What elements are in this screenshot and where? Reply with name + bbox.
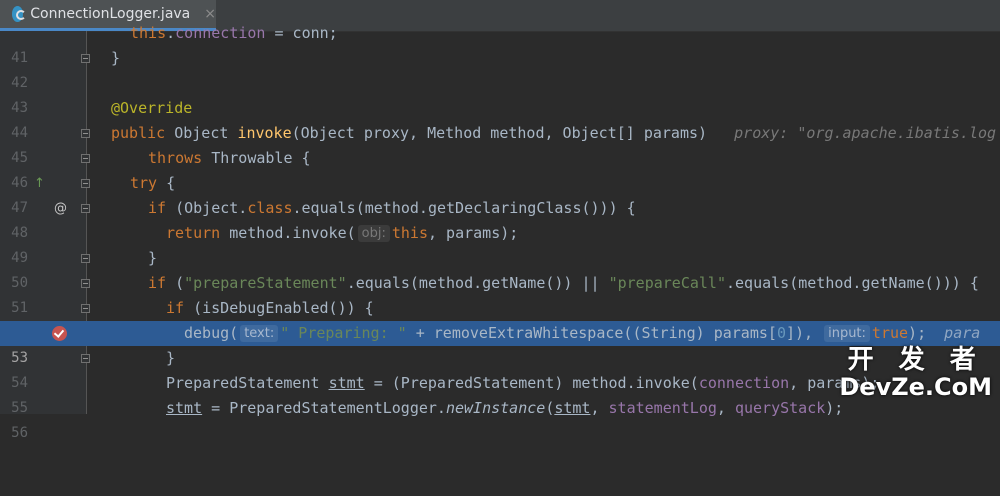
code-text: throws Throwable { xyxy=(148,149,311,167)
watermark-top: 开 发 者 xyxy=(847,345,984,375)
watermark-logo: 开 发 者 DevZe.CoM xyxy=(839,346,992,400)
watermark-bottom: DevZe.CoM xyxy=(839,373,992,401)
code-line: 51 if ("prepareStatement".equals(method.… xyxy=(0,271,1000,316)
fold-marker-icon[interactable] xyxy=(81,54,90,63)
code-text: try { xyxy=(130,174,176,192)
code-line: 52 if (isDebugEnabled()) { xyxy=(0,296,1000,341)
code-text: } xyxy=(166,349,176,367)
current-execution-line: 53 debug(text: " Preparing: " + removeExt… xyxy=(0,321,1000,366)
code-text: return method.invoke(obj: this, params); xyxy=(166,224,519,242)
code-line: 41 this.connection = conn; xyxy=(0,21,1000,66)
inline-debug-value: para xyxy=(944,324,981,342)
code-line: 46 throws Throwable { xyxy=(0,146,1000,191)
fold-marker-icon[interactable] xyxy=(81,304,90,313)
code-text: debug(text: " Preparing: " + removeExtraW… xyxy=(184,324,981,342)
line-number: 56 xyxy=(11,425,28,441)
fold-marker-icon[interactable] xyxy=(81,154,90,163)
code-line: 43 xyxy=(0,71,1000,116)
breakpoint-icon[interactable] xyxy=(52,326,67,341)
close-tab-icon[interactable]: × xyxy=(204,6,216,22)
fold-marker-icon[interactable] xyxy=(81,129,90,138)
fold-marker-icon[interactable] xyxy=(81,254,90,263)
parameter-hint: input: xyxy=(824,325,870,342)
code-line: 50 } xyxy=(0,246,1000,291)
code-line: 49 return method.invoke(obj: this, params… xyxy=(0,221,1000,266)
fold-marker-icon[interactable] xyxy=(81,354,90,363)
fold-marker-icon[interactable] xyxy=(81,204,90,213)
inline-debug-value: proxy: "org.apache.ibatis.log xyxy=(734,124,997,142)
code-line: 44 @Override xyxy=(0,96,1000,141)
code-text: if ("prepareStatement".equals(method.get… xyxy=(148,274,979,292)
code-text: public Object invoke(Object proxy, Metho… xyxy=(111,124,997,142)
code-line: 47 try { xyxy=(0,171,1000,216)
code-line: 42 } xyxy=(0,46,1000,91)
code-text: @Override xyxy=(111,99,193,117)
code-text: if (Object.class.equals(method.getDeclar… xyxy=(148,199,636,217)
fold-marker-icon[interactable] xyxy=(81,179,90,188)
code-line: 45 ↑ @ public Object invoke(Object proxy… xyxy=(0,121,1000,216)
fold-marker-icon[interactable] xyxy=(81,279,90,288)
java-class-icon xyxy=(12,6,27,22)
tab-title: ConnectionLogger.java xyxy=(30,6,191,22)
code-text: } xyxy=(111,49,121,67)
code-line: 48 if (Object.class.equals(method.getDec… xyxy=(0,196,1000,241)
code-text: stmt = PreparedStatementLogger.newInstan… xyxy=(166,399,844,417)
code-text: if (isDebugEnabled()) { xyxy=(166,299,374,317)
code-text: this.connection = conn; xyxy=(130,24,338,42)
parameter-hint: text: xyxy=(240,325,279,342)
code-text: } xyxy=(148,249,158,267)
parameter-hint: obj: xyxy=(357,225,390,242)
code-text: PreparedStatement stmt = (PreparedStatem… xyxy=(166,374,880,392)
